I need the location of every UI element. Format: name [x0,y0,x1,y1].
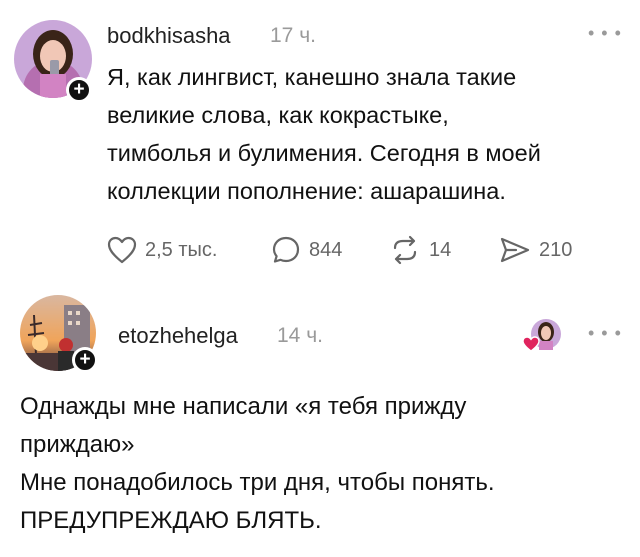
comment-bubble-icon [271,235,301,265]
post-text-line: Однажды мне написали «я тебя прижду [20,393,467,420]
share-button[interactable]: 210 [499,234,572,266]
post-text: Однажды мне написали «я тебя прижду приж… [20,388,620,540]
follow-plus-icon[interactable]: + [72,347,98,373]
repost-arrows-icon [389,235,421,265]
more-dots-icon[interactable]: • • • [588,323,622,344]
username[interactable]: bodkhisasha [107,23,231,49]
post-text-line: Я, как лингвист, канешно знала такие [107,64,517,90]
share-count: 210 [539,238,573,261]
repost-count: 14 [429,238,452,261]
repost-button[interactable]: 14 [389,234,451,266]
more-dots-icon[interactable]: • • • [588,23,622,44]
send-icon [499,235,531,265]
post-time: 14 ч. [277,324,323,347]
like-button[interactable]: 2,5 тыс. [107,234,217,266]
follow-plus-icon[interactable]: + [66,77,92,103]
comment-button[interactable]: 844 [271,234,342,266]
post-text: Я, как лингвист, канешно знала такие вел… [107,58,617,210]
like-count: 2,5 тыс. [145,238,218,261]
thread-post: + etozhehelga 14 ч. • • • Однажды мне на… [0,290,640,557]
heart-icon [522,336,540,357]
post-text-line: тимболья и булимения. Сегодня в моей [107,140,541,166]
post-time: 17 ч. [270,24,316,47]
heart-icon [107,236,137,264]
thread-post: + bodkhisasha 17 ч. • • • Я, как лингвис… [0,0,640,290]
post-text-line: великие слова, как кокрастыке, [107,102,449,128]
username[interactable]: etozhehelga [118,323,238,349]
post-text-line: ПРЕДУПРЕЖДАЮ БЛЯТЬ. [20,507,322,534]
post-actions: 2,5 тыс. 844 14 210 [107,234,627,266]
post-text-line: коллекции пополнение: ашарашина. [107,178,506,204]
post-text-line: Мне понадобилось три дня, чтобы понять. [20,469,495,496]
comment-count: 844 [309,238,343,261]
post-text-line: прижда‌ю» [20,431,135,458]
